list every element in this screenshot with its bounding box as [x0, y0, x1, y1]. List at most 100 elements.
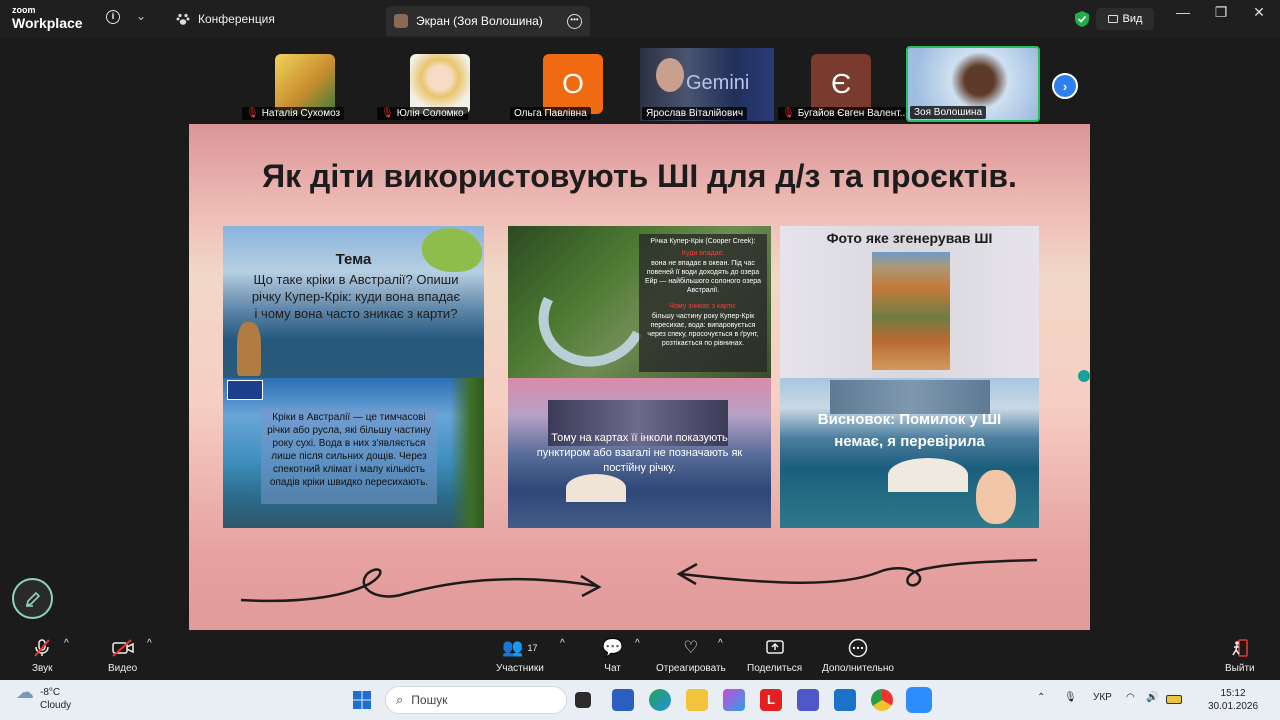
battery-icon[interactable]: [1166, 695, 1182, 704]
language-indicator[interactable]: УКР: [1093, 692, 1112, 703]
tab-share-label: Экран (Зоя Волошина): [416, 14, 543, 28]
tab-conference-label: Конференция: [198, 12, 275, 26]
zoom-window: zoom Workplace i ⌄ Конференция Экран (Зо…: [0, 0, 1280, 720]
store-icon[interactable]: [612, 689, 634, 711]
participants-button[interactable]: 👥 17 Участники: [496, 638, 544, 674]
resize-handle[interactable]: [1078, 370, 1090, 382]
clock-date: 30.01.2026: [1208, 701, 1259, 712]
react-button[interactable]: ♡ Отреагировать: [656, 638, 726, 674]
participants-count: 17: [527, 643, 538, 653]
chat-button[interactable]: 💬 Чат: [602, 638, 623, 674]
file-explorer-icon[interactable]: [686, 689, 708, 711]
leave-button[interactable]: Выйти: [1225, 638, 1255, 674]
ai-generated-photo: [872, 252, 950, 370]
search-placeholder: Пошук: [411, 693, 448, 707]
share-screen-icon: [765, 638, 785, 658]
taskbar-search-input[interactable]: ⌕ Пошук: [385, 686, 567, 714]
weather-widget[interactable]: ☁ -8°C Cloudy: [16, 683, 72, 712]
copilot-icon[interactable]: [723, 689, 745, 711]
view-button[interactable]: Вид: [1096, 8, 1154, 30]
participant-tile[interactable]: 🎙 Наталія Сухомоз: [240, 48, 370, 121]
react-options-caret[interactable]: ^: [718, 638, 723, 649]
windows-taskbar: ☁ -8°C Cloudy ⌕ Пошук L ⌃ 🎙 УКР ◠ 🔊 15:12…: [0, 680, 1280, 720]
participant-tile[interactable]: Є 🎙 Бугайов Євген Валент...: [776, 48, 906, 121]
more-icon: [848, 638, 868, 658]
palm-leaves-image: [450, 378, 484, 528]
decorative-arrows: [240, 558, 1038, 603]
more-options-icon[interactable]: •••: [567, 13, 582, 29]
active-speaker-tile[interactable]: Зоя Волошина: [906, 46, 1040, 122]
participant-tile[interactable]: Gemini Ярослав Віталійович: [640, 48, 774, 121]
ai-photo-tile: Фото яке згенерував ШІ: [780, 226, 1039, 378]
video-button[interactable]: Видео: [108, 638, 137, 674]
audio-options-caret[interactable]: ^: [64, 638, 69, 649]
logo-bottom: Workplace: [12, 15, 83, 31]
meeting-info-icon[interactable]: i: [106, 10, 120, 24]
chat-icon: 💬: [602, 638, 624, 657]
chevron-down-icon[interactable]: ⌄: [136, 9, 146, 23]
zoom-taskbar-icon[interactable]: [906, 687, 932, 713]
title-bar: zoom Workplace i ⌄ Конференция Экран (Зо…: [0, 0, 1280, 38]
topic-heading: Тема: [335, 251, 372, 268]
teams-icon[interactable]: [797, 689, 819, 711]
paw-icon: [176, 13, 190, 25]
participant-face: [656, 58, 684, 92]
volume-icon[interactable]: 🔊: [1146, 692, 1158, 703]
outlook-icon[interactable]: [834, 689, 856, 711]
zoom-logo: zoom Workplace: [12, 6, 83, 31]
river-image-tile: Річка Купер-Крік (Cooper Creek): Куди вп…: [508, 226, 771, 378]
mic-muted-icon: 🎙: [381, 108, 394, 119]
conclusion-text: Висновок: Помилок у ШІ немає, я перевіри…: [817, 411, 1002, 450]
close-icon[interactable]: ✕: [1244, 4, 1274, 21]
share-button[interactable]: Поделиться: [747, 638, 802, 674]
participant-avatar: О: [543, 54, 603, 114]
more-button[interactable]: Дополнительно: [822, 638, 894, 674]
annotate-button[interactable]: [12, 578, 53, 619]
participant-tile[interactable]: О Ольга Павлівна: [508, 48, 638, 121]
participant-name: 🎙 Юлія Соломко: [377, 107, 468, 120]
meeting-toolbar: Звук ^ Видео ^ 👥 17 Участники ^ 💬 Чат ^ ♡…: [0, 632, 1280, 680]
react-label: Отреагировать: [656, 663, 726, 674]
more-label: Дополнительно: [822, 663, 894, 674]
leave-icon: [1230, 638, 1250, 658]
chat-options-caret[interactable]: ^: [635, 638, 640, 649]
search-icon: ⌕: [396, 692, 404, 707]
heart-icon: ♡: [683, 638, 699, 657]
minimize-icon[interactable]: —: [1168, 4, 1198, 20]
participants-icon: 👥 17: [502, 638, 538, 657]
kangaroo-image: [237, 322, 261, 376]
wifi-icon[interactable]: ◠: [1126, 692, 1135, 703]
participant-name: Зоя Волошина: [910, 106, 987, 119]
opera-house-image-tile: Тому на картах її інколи показують пункт…: [508, 378, 771, 528]
topic-text: Що таке кріки в Австралії? Опиши річку К…: [251, 272, 461, 321]
video-options-caret[interactable]: ^: [147, 638, 152, 649]
mic-muted-icon: 🎙: [246, 108, 259, 119]
participants-options-caret[interactable]: ^: [560, 638, 565, 649]
tab-conference[interactable]: Конференция: [176, 8, 275, 30]
video-label: Видео: [108, 663, 138, 674]
participant-name-text: Бугайов Євген Валент...: [797, 108, 906, 119]
participant-tile[interactable]: 🎙 Юлія Соломко: [375, 48, 505, 121]
chat-label: Чат: [604, 663, 621, 674]
windows-start-icon[interactable]: [352, 690, 372, 710]
app-l-icon[interactable]: L: [760, 689, 782, 711]
chrome-icon[interactable]: [871, 689, 893, 711]
task-view-icon[interactable]: [575, 692, 591, 708]
view-grid-icon: [1107, 15, 1118, 23]
participant-name: 🎙 Бугайов Євген Валент...: [778, 107, 906, 120]
audio-button[interactable]: Звук: [32, 638, 53, 674]
participants-label: Участники: [496, 663, 544, 674]
tab-screen-share[interactable]: Экран (Зоя Волошина) •••: [386, 6, 590, 36]
weather-temp: -8°C: [40, 687, 61, 698]
participant-name-text: Наталія Сухомоз: [261, 108, 341, 119]
tray-chevron-icon[interactable]: ⌃: [1037, 692, 1045, 703]
next-page-button[interactable]: ›: [1052, 73, 1078, 99]
tray-mic-icon[interactable]: 🎙: [1064, 692, 1077, 703]
river-label-why: Чому зникає з карти:: [669, 303, 737, 310]
security-shield-icon[interactable]: [1074, 10, 1090, 28]
river-text-why: більшу частину року Купер-Крік пересихає…: [647, 313, 759, 347]
edge-icon[interactable]: [649, 689, 671, 711]
weather-condition: Cloudy: [40, 700, 72, 711]
restore-icon[interactable]: ❐: [1206, 4, 1236, 21]
taskbar-clock[interactable]: 15:12 30.01.2026: [1208, 687, 1258, 713]
